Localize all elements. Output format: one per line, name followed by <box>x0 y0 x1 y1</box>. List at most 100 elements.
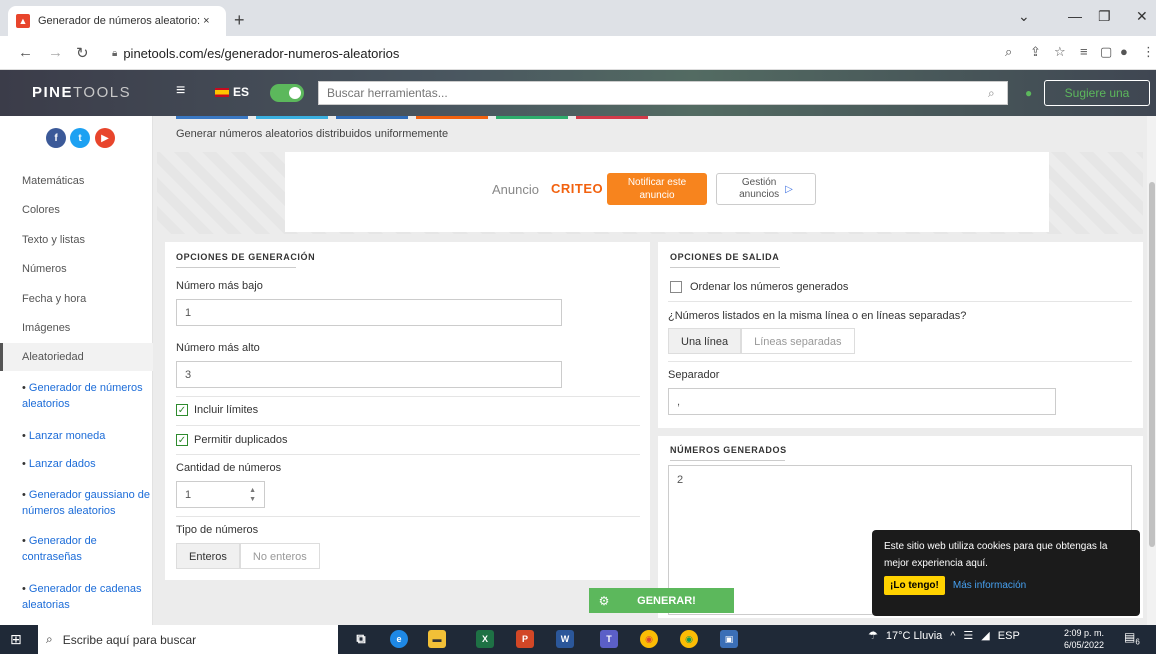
forward-icon[interactable]: → <box>48 44 63 61</box>
adchoices-play-icon: ▷ <box>785 183 793 195</box>
sort-checkbox[interactable] <box>670 281 682 293</box>
theme-toggle[interactable] <box>270 84 304 102</box>
one-line-option[interactable]: Una línea <box>668 328 742 354</box>
min-number-label: Número más bajo <box>176 280 263 292</box>
notifications-icon[interactable]: ▤6 <box>1124 630 1140 646</box>
facebook-icon[interactable]: f <box>46 128 66 148</box>
max-number-input[interactable]: 3 <box>176 361 562 388</box>
logo-bold: PINE <box>32 84 74 101</box>
sidebar-subitem-moneda[interactable]: Lanzar moneda <box>22 428 152 444</box>
separator-input[interactable]: , <box>668 388 1056 415</box>
chrome-profile-icon[interactable]: ◉ <box>680 630 698 648</box>
tool-search-input[interactable] <box>318 81 1008 105</box>
hamburger-menu-icon[interactable]: ≡ <box>176 82 185 100</box>
ad-manage-line1: Gestión <box>741 177 777 188</box>
status-dot-icon: ● <box>1025 86 1033 100</box>
keyboard-layout[interactable]: ESP <box>998 630 1020 642</box>
network-icon[interactable]: ☰ <box>963 629 973 642</box>
youtube-icon[interactable]: ▶ <box>95 128 115 148</box>
sidebar-item-numeros[interactable]: Números <box>0 256 153 282</box>
bookmark-star-icon[interactable]: ☆ <box>1054 44 1066 60</box>
reading-list-icon[interactable]: ≡ <box>1080 44 1088 59</box>
system-tray: ☂ 17°C Lluvia ^ ☰ ◢ ESP <box>868 629 1020 643</box>
task-view-icon[interactable]: ⧉ <box>352 630 370 648</box>
cookie-accept-button[interactable]: ¡Lo tengo! <box>884 576 945 595</box>
share-icon[interactable]: ⇪ <box>1030 44 1041 60</box>
notification-count: 6 <box>1135 637 1140 647</box>
volume-icon[interactable]: ◢ <box>981 629 989 642</box>
sidebar-item-aleatoriedad[interactable]: Aleatoriedad <box>0 344 153 370</box>
new-tab-icon[interactable]: + <box>234 10 245 31</box>
windows-start-icon[interactable]: ⊞ <box>10 631 22 648</box>
number-type-label: Tipo de números <box>176 524 259 536</box>
spain-flag-icon[interactable] <box>215 88 229 97</box>
allow-duplicates-checkbox[interactable]: ✓ <box>176 434 188 446</box>
allow-duplicates-row[interactable]: ✓ Permitir duplicados <box>176 434 288 446</box>
include-limits-row[interactable]: ✓ Incluir límites <box>176 404 258 416</box>
remote-desktop-icon[interactable]: ▣ <box>720 630 738 648</box>
count-stepper[interactable]: 1 ▲ ▼ <box>176 481 265 508</box>
sidebar-item-texto[interactable]: Texto y listas <box>0 227 153 253</box>
result-title: NÚMEROS GENERADOS <box>670 445 787 455</box>
number-type-toggle: Enteros No enteros <box>176 543 320 569</box>
weather-text[interactable]: 17°C Lluvia <box>886 630 942 642</box>
sidebar-subitem-cadenas[interactable]: Generador de cadenas aleatorias <box>22 581 152 613</box>
gear-icon: ⚙ <box>598 593 610 608</box>
file-explorer-icon[interactable]: ▬ <box>428 630 446 648</box>
taskbar-clock[interactable]: 2:09 p. m. 6/05/2022 <box>1064 627 1104 651</box>
separate-lines-option[interactable]: Líneas separadas <box>741 328 855 354</box>
browser-tab[interactable]: ▲ Generador de números aleatorio: × <box>8 6 226 36</box>
close-window-icon[interactable]: ✕ <box>1136 8 1148 25</box>
side-panel-icon[interactable]: ▢ <box>1100 44 1112 60</box>
ad-notify-button[interactable]: Notificar este anuncio <box>607 173 707 205</box>
generate-button[interactable]: ⚙ GENERAR! <box>589 588 734 613</box>
type-decimal-option[interactable]: No enteros <box>239 543 320 569</box>
sidebar-item-imagenes[interactable]: Imágenes <box>0 315 153 341</box>
reload-icon[interactable]: ↻ <box>76 44 89 62</box>
clock-time: 2:09 p. m. <box>1064 628 1105 638</box>
sidebar-subitem-dados[interactable]: Lanzar dados <box>22 456 152 472</box>
sidebar-item-matematicas[interactable]: Matemáticas <box>0 168 153 194</box>
cookie-banner: Este sitio web utiliza cookies para que … <box>872 530 1140 616</box>
browser-menu-icon[interactable]: ⋮ <box>1142 44 1155 60</box>
excel-icon[interactable]: X <box>476 630 494 648</box>
taskbar-search[interactable]: ⌕ Escribe aquí para buscar <box>38 625 338 654</box>
cookie-text: Este sitio web utiliza cookies para que … <box>884 541 1108 569</box>
zoom-icon[interactable]: ⌕ <box>1005 44 1012 60</box>
search-icon[interactable]: ⌕ <box>988 86 995 101</box>
powerpoint-icon[interactable]: P <box>516 630 534 648</box>
twitter-icon[interactable]: t <box>70 128 90 148</box>
tab-search-chevron-icon[interactable]: ⌄ <box>1018 8 1030 25</box>
sidebar-subitem-gaussiano[interactable]: Generador gaussiano de números aleatorio… <box>22 487 152 519</box>
logo-light: TOOLS <box>73 84 132 101</box>
search-icon: ⌕ <box>46 632 53 646</box>
ad-manage-button[interactable]: Gestión anuncios ▷ <box>716 173 816 205</box>
url-field[interactable]: 🔒︎ pinetools.com/es/generador-numeros-al… <box>112 41 992 65</box>
include-limits-checkbox[interactable]: ✓ <box>176 404 188 416</box>
teams-icon[interactable]: T <box>600 630 618 648</box>
edge-icon[interactable]: e <box>390 630 408 648</box>
chrome-icon[interactable]: ◉ <box>640 630 658 648</box>
language-selector[interactable]: ES <box>233 85 249 99</box>
tray-chevron-icon[interactable]: ^ <box>950 630 955 642</box>
weather-icon[interactable]: ☂ <box>868 629 878 642</box>
word-icon[interactable]: W <box>556 630 574 648</box>
suggest-button[interactable]: Sugiere una <box>1044 80 1150 106</box>
sidebar-subitem-contrasenas[interactable]: Generador de contraseñas <box>22 533 152 565</box>
min-number-input[interactable]: 1 <box>176 299 562 326</box>
sidebar-item-fecha[interactable]: Fecha y hora <box>0 286 153 312</box>
tab-title: Generador de números aleatorio: × <box>38 15 210 27</box>
sidebar-item-colores[interactable]: Colores <box>0 197 153 223</box>
sidebar-subitem-numeros-aleatorios[interactable]: Generador de números aleatorios <box>22 380 152 412</box>
sort-row[interactable]: Ordenar los números generados <box>670 281 848 293</box>
pinetools-favicon-icon: ▲ <box>16 14 30 28</box>
stepper-arrows-icon[interactable]: ▲ ▼ <box>249 486 256 504</box>
restore-icon[interactable]: ❐ <box>1098 8 1111 25</box>
cookie-more-link[interactable]: Más información <box>953 580 1026 591</box>
minimize-icon[interactable]: — <box>1068 8 1082 24</box>
profile-icon[interactable]: ● <box>1120 44 1128 59</box>
site-logo[interactable]: PINETOOLS <box>32 84 131 101</box>
scrollbar-thumb[interactable] <box>1149 182 1155 547</box>
back-icon[interactable]: ← <box>18 44 33 61</box>
type-integer-option[interactable]: Enteros <box>176 543 240 569</box>
